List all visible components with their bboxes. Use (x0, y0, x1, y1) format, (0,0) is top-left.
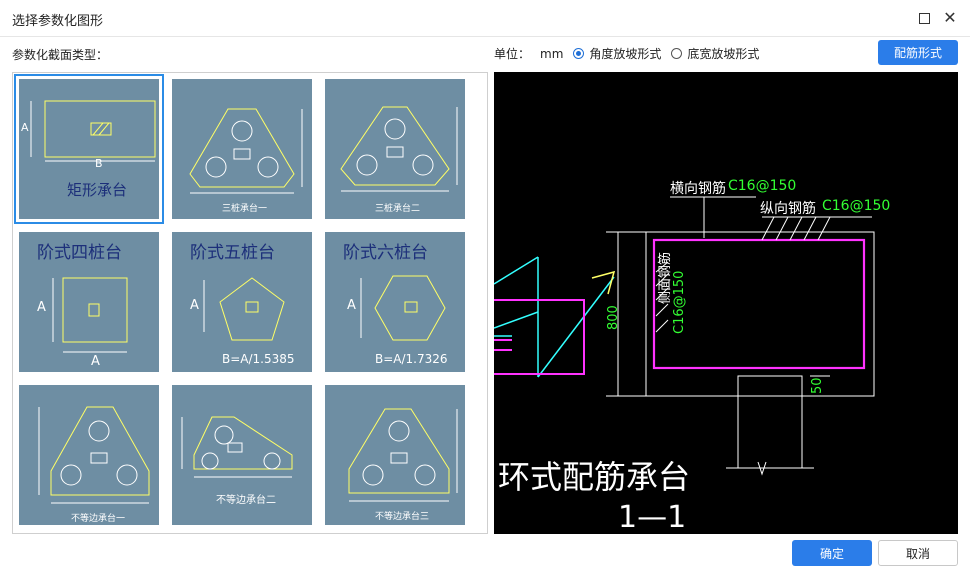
title-bar: 选择参数化图形 ✕ (0, 0, 970, 37)
radio-angle-slope-label: 角度放坡形式 (589, 47, 662, 61)
thumb-unequal-cap-2[interactable]: 不等边承台二 (166, 379, 318, 531)
thumb-step-six-pile[interactable]: 阶式六桩台 A B=A/1.7326 (319, 226, 471, 378)
thumb-caption: 阶式五桩台 (190, 243, 275, 263)
thumb-caption: 矩形承台 (67, 181, 128, 199)
thumb-image: 阶式四桩台 A A (19, 232, 159, 372)
radio-angle-slope[interactable]: 角度放坡形式 (573, 45, 661, 62)
three-pile-drawing (189, 108, 303, 194)
thumb-caption: 三桩承台二 (375, 204, 421, 214)
thumb-step-five-pile[interactable]: 阶式五桩台 A B=A/1.5385 (166, 226, 318, 378)
dim-a-label: A (37, 300, 46, 315)
thumb-caption: 阶式六桩台 (343, 243, 428, 263)
thumb-image: 三桩承台一 (172, 79, 312, 219)
longitudinal-rebar-label: 纵向钢筋 (760, 201, 816, 217)
unit-value: mm (540, 46, 564, 61)
dim-a-label: A (190, 298, 199, 313)
close-icon: ✕ (943, 8, 957, 27)
radio-width-slope-label: 底宽放坡形式 (687, 47, 760, 61)
preview-panel: 横向钢筋 C16@150 纵向钢筋 C16@150 侧面钢筋 C16@150 8… (494, 72, 958, 534)
dim-a-label: A (21, 121, 29, 134)
dim-b-label: B (95, 157, 103, 170)
thumb-unequal-cap-3[interactable]: 不等边承台三 (319, 379, 471, 531)
thumb-image: 阶式五桩台 A B=A/1.5385 (172, 232, 312, 372)
longitudinal-rebar-spec: C16@150 (822, 198, 891, 214)
formula-label: B=A/1.5385 (222, 352, 295, 366)
thumb-unequal-cap-1[interactable]: 不等边承台一 (13, 379, 165, 531)
thumb-image: A B 矩形承台 (19, 79, 159, 219)
maximize-icon (918, 12, 930, 24)
offset-dim-label: 50 (810, 377, 825, 394)
section-type-label: 参数化截面类型： (12, 48, 109, 62)
rebar-form-button[interactable]: 配筋形式 (878, 40, 958, 65)
thumb-caption: 不等边承台二 (216, 495, 276, 506)
dim-b-label: A (91, 354, 100, 369)
thumb-three-pile-cap-2[interactable]: 三桩承台二 (319, 73, 471, 225)
side-rebar-label: 侧面钢筋 (658, 251, 673, 304)
radio-dot (671, 48, 683, 59)
radio-dot-checked (573, 48, 585, 59)
unit-row: 单位： mm 角度放坡形式 底宽放坡形式 (494, 45, 759, 62)
maximize-button[interactable] (912, 6, 936, 30)
unequal-cap-drawing (348, 408, 458, 502)
thumb-image: 不等边承台二 (172, 385, 312, 525)
transverse-rebar-spec: C16@150 (728, 178, 797, 194)
thumb-image: 三桩承台二 (325, 79, 465, 219)
thumb-image: 阶式六桩台 A B=A/1.7326 (325, 232, 465, 372)
thumb-step-four-pile[interactable]: 阶式四桩台 A A (13, 226, 165, 378)
thumb-caption: 不等边承台三 (375, 512, 430, 522)
thumb-rect-cap[interactable]: A B 矩形承台 (13, 73, 165, 225)
thumb-caption: 阶式四桩台 (37, 243, 122, 263)
unit-label: 单位： (494, 47, 531, 61)
radio-width-slope[interactable]: 底宽放坡形式 (671, 45, 759, 62)
window-title: 选择参数化图形 (12, 14, 104, 29)
preview-heading: 环式配筋承台 (498, 458, 691, 496)
thumb-caption: 三桩承台一 (222, 204, 268, 214)
ok-button[interactable]: 确定 (792, 540, 872, 566)
dim-a-label: A (347, 298, 356, 313)
cancel-button[interactable]: 取消 (878, 540, 958, 566)
thumb-image: 不等边承台一 (19, 385, 159, 525)
transverse-rebar-label: 横向钢筋 (670, 181, 726, 197)
three-pile-drawing (340, 106, 458, 192)
formula-label: B=A/1.7326 (375, 352, 448, 366)
close-button[interactable]: ✕ (938, 6, 962, 30)
thumb-three-pile-cap-1[interactable]: 三桩承台一 (166, 73, 318, 225)
unequal-cap-drawing (38, 406, 150, 504)
section-mark: 1—1 (618, 500, 687, 534)
shape-grid: A B 矩形承台 三桩承台一 三桩承台二 阶式四桩台 A A 阶式五桩台 A B… (12, 72, 488, 534)
thumb-caption: 不等边承台一 (71, 514, 126, 524)
height-dim-label: 800 (606, 305, 621, 330)
thumb-image: 不等边承台三 (325, 385, 465, 525)
side-rebar-spec: C16@150 (672, 270, 687, 334)
